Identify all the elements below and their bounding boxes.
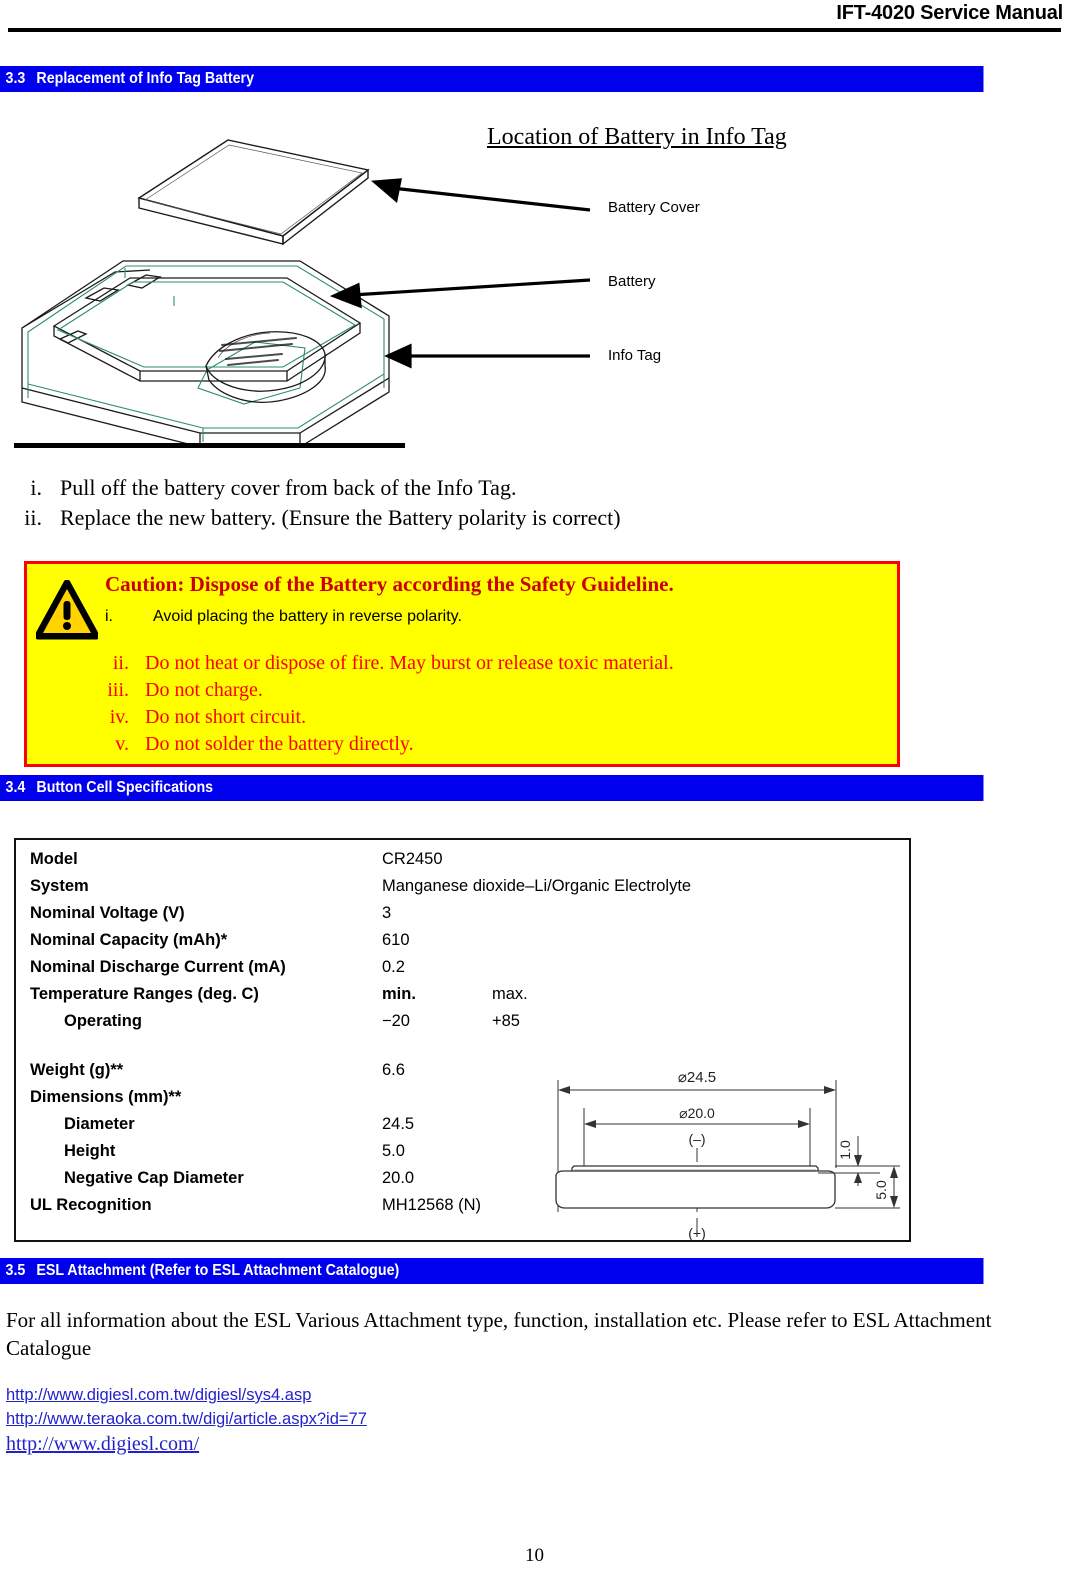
esl-description: For all information about the ESL Variou… xyxy=(6,1308,992,1360)
caution-item-text: Do not short circuit. xyxy=(145,706,307,728)
caution-item-text: Do not solder the battery directly. xyxy=(145,733,414,755)
spec-label: Negative Cap Diameter xyxy=(64,1169,244,1187)
caution-box: Caution: Dispose of the Battery accordin… xyxy=(24,561,900,767)
caution-list: ii. Do not heat or dispose of fire. May … xyxy=(83,650,674,758)
spec-label: Operating xyxy=(64,1012,142,1030)
spec-value: 610 xyxy=(382,931,410,949)
section-heading-3-5: 3.5 ESL Attachment (Refer to ESL Attachme… xyxy=(0,1258,984,1284)
esl-link-digiesl-sys4[interactable]: http://www.digiesl.com.tw/digiesl/sys4.a… xyxy=(6,1383,367,1407)
step-number: i. xyxy=(30,475,42,500)
table-row: Nominal Discharge Current (mA) 0.2 xyxy=(30,958,691,985)
info-tag-body-shape xyxy=(21,260,390,448)
section-title-3-4: Button Cell Specifications xyxy=(36,779,214,796)
spec-value-min: min. xyxy=(382,985,416,1003)
replacement-steps: i. Pull off the battery cover from back … xyxy=(0,473,1000,533)
spec-value-min: −20 xyxy=(382,1012,410,1030)
spec-value: Manganese dioxide–Li/Organic Electrolyte xyxy=(382,877,692,895)
callout-battery: Battery xyxy=(608,273,656,290)
spec-value: 20.0 xyxy=(382,1169,415,1187)
caution-item-number: iv. xyxy=(109,706,129,728)
table-row: Model CR2450 xyxy=(30,850,691,877)
section-title-3-5: ESL Attachment (Refer to ESL Attachment … xyxy=(36,1262,400,1279)
list-item: ii. Do not heat or dispose of fire. May … xyxy=(83,650,674,677)
caution-item-number: i. xyxy=(105,608,113,625)
esl-link-list: http://www.digiesl.com.tw/digiesl/sys4.a… xyxy=(6,1383,367,1457)
battery-cover-shape xyxy=(137,139,370,246)
spec-label: Model xyxy=(30,850,78,868)
spec-value: CR2450 xyxy=(382,850,443,868)
section-number-3-4: 3.4 xyxy=(5,779,26,796)
caution-item-first: i. Avoid placing the battery in reverse p… xyxy=(105,608,462,626)
caution-item-number: v. xyxy=(115,733,129,755)
spec-label: Nominal Capacity (mAh)* xyxy=(30,931,228,949)
table-row: Operating −20 +85 xyxy=(30,1012,691,1039)
info-tag-figure xyxy=(0,120,1069,460)
figure-leader-arrows xyxy=(329,178,591,369)
table-row: Temperature Ranges (deg. C) min. max. xyxy=(30,985,691,1012)
dim-cap-height-label: 1.0 xyxy=(837,1140,853,1160)
list-item: i. Pull off the battery cover from back … xyxy=(0,473,1000,503)
callout-battery-cover: Battery Cover xyxy=(608,199,700,216)
battery-dimension-svg: ⌀24.5 ⌀20.0 (–) (+) 1.0 5.0 xyxy=(555,1069,900,1241)
section-title-3-3: Replacement of Info Tag Battery xyxy=(36,70,255,87)
spec-label: Height xyxy=(64,1142,116,1160)
figure-bottom-rule xyxy=(14,443,405,448)
esl-link-teraoka-article[interactable]: http://www.teraoka.com.tw/digi/article.a… xyxy=(6,1407,367,1431)
manual-title: IFT-4020 Service Manual xyxy=(836,2,1063,24)
spec-value: 24.5 xyxy=(382,1115,415,1133)
battery-dimension-drawing: ⌀24.5 ⌀20.0 (–) (+) 1.0 5.0 xyxy=(528,1040,906,1241)
coin-cell-cross-section xyxy=(555,1165,836,1209)
table-row: Nominal Voltage (V) 3 xyxy=(30,904,691,931)
caution-item-number: iii. xyxy=(107,679,129,701)
spec-label: Temperature Ranges (deg. C) xyxy=(30,985,259,1003)
spec-value: 6.6 xyxy=(382,1061,405,1079)
caution-item-text: Avoid placing the battery in reverse pol… xyxy=(153,608,462,625)
spec-value: 0.2 xyxy=(382,958,405,976)
page-number: 10 xyxy=(525,1545,544,1566)
section-heading-3-3: 3.3 Replacement of Info Tag Battery xyxy=(0,66,984,92)
step-text: Replace the new battery. (Ensure the Bat… xyxy=(60,505,621,530)
spec-label: System xyxy=(30,877,89,895)
step-text: Pull off the battery cover from back of … xyxy=(60,475,517,500)
caution-item-number: ii. xyxy=(112,652,129,674)
page-header: IFT-4020 Service Manual xyxy=(0,0,1069,32)
info-tag-diagram-svg xyxy=(21,139,591,448)
header-divider xyxy=(8,28,1061,32)
esl-link-digiesl-home[interactable]: http://www.digiesl.com/ xyxy=(6,1431,367,1457)
dim-positive-terminal-label: (+) xyxy=(688,1225,706,1240)
caution-item-text: Do not heat or dispose of fire. May burs… xyxy=(145,652,674,674)
spec-label: Nominal Discharge Current (mA) xyxy=(30,958,286,976)
spec-label: Dimensions (mm)** xyxy=(30,1088,182,1106)
spec-value: 5.0 xyxy=(382,1142,405,1160)
spec-value: MH12568 (N) xyxy=(382,1196,482,1214)
spec-value: 3 xyxy=(382,904,392,922)
caution-item-text: Do not charge. xyxy=(145,679,263,701)
step-number: ii. xyxy=(24,505,42,530)
warning-triangle-icon xyxy=(36,580,98,640)
spec-label: Diameter xyxy=(64,1115,135,1133)
spec-label: Weight (g)** xyxy=(30,1061,124,1079)
list-item: iv. Do not short circuit. xyxy=(83,704,674,731)
dim-outer-diameter-label: ⌀24.5 xyxy=(678,1069,716,1086)
caution-title: Caution: Dispose of the Battery accordin… xyxy=(105,572,674,596)
callout-info-tag: Info Tag xyxy=(608,347,662,364)
list-item: iii. Do not charge. xyxy=(83,677,674,704)
list-item: v. Do not solder the battery directly. xyxy=(83,731,674,758)
list-item: ii. Replace the new battery. (Ensure the… xyxy=(0,503,1000,533)
spec-label: Nominal Voltage (V) xyxy=(30,904,185,922)
section-number-3-3: 3.3 xyxy=(5,70,26,87)
table-row: System Manganese dioxide–Li/Organic Elec… xyxy=(30,877,691,904)
spec-label: UL Recognition xyxy=(30,1196,152,1214)
section-heading-3-4: 3.4 Button Cell Specifications xyxy=(0,775,984,801)
dim-negative-terminal-label: (–) xyxy=(688,1131,705,1147)
dim-inner-diameter-label: ⌀20.0 xyxy=(679,1105,715,1121)
spec-value-max: max. xyxy=(492,985,528,1003)
table-row: Nominal Capacity (mAh)* 610 xyxy=(30,931,691,958)
spec-value-max: +85 xyxy=(492,1012,520,1030)
dim-total-height-label: 5.0 xyxy=(873,1180,889,1200)
section-number-3-5: 3.5 xyxy=(5,1262,26,1279)
